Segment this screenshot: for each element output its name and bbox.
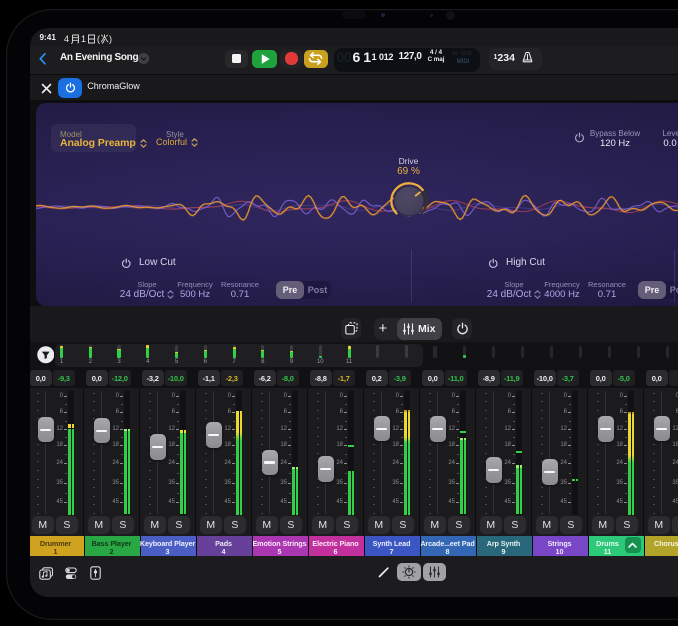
svg-text:): ) [109, 34, 112, 44]
svg-text:1: 1 [81, 34, 86, 44]
svg-text:4: 4 [64, 34, 69, 44]
svg-text:(: ( [97, 34, 100, 44]
